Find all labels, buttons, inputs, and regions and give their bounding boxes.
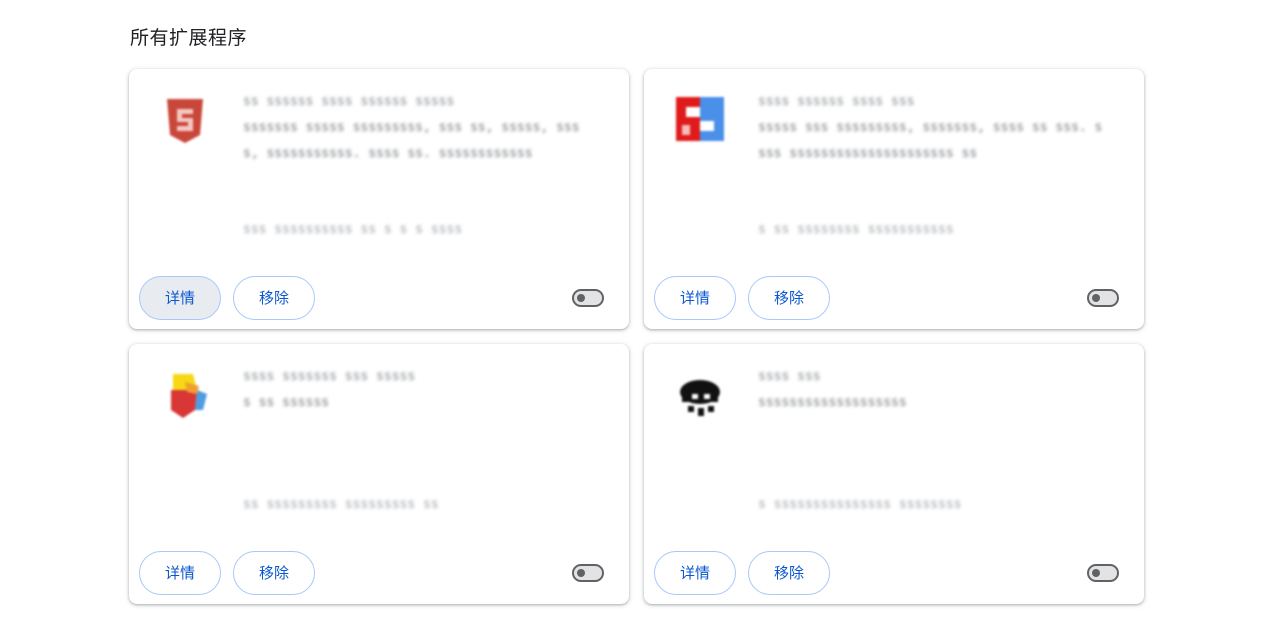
extension-card: ssss sssssss sss sssss s ss ssssss ss ss… <box>129 344 629 604</box>
extensions-page: 所有扩展程序 ss ssssss ssss ssssss sssss sssss… <box>0 0 1273 641</box>
extension-card: ss ssssss ssss ssssss sssss sssssss ssss… <box>129 69 629 329</box>
toggle-knob <box>1092 294 1100 302</box>
colorful-hexagon-icon <box>159 370 211 422</box>
enable-toggle[interactable] <box>1087 564 1119 582</box>
toggle-knob <box>1092 569 1100 577</box>
extension-description: sssssssssssssssssss <box>758 395 907 410</box>
extension-name: ssss ssssss ssss sss <box>758 94 915 109</box>
extension-description: sssss sss sssssssss, sssssss, ssss ss ss… <box>758 120 1103 161</box>
extension-id: sss ssssssssss ss s s s ssss <box>243 222 463 237</box>
details-button[interactable]: 详情 <box>654 276 736 320</box>
remove-button[interactable]: 移除 <box>233 551 315 595</box>
extension-id: s ss ssssssss sssssssssss <box>758 222 954 237</box>
extension-info: ssss ssssss ssss sss sssss sss sssssssss… <box>758 89 1108 259</box>
extension-id: ss sssssssss sssssssss ss <box>243 497 439 512</box>
red-s-shield-icon <box>159 95 211 147</box>
remove-button[interactable]: 移除 <box>233 276 315 320</box>
extension-info: ss ssssss ssss ssssss sssss sssssss ssss… <box>243 89 593 259</box>
extension-card: ssss sss sssssssssssssssssss s sssssssss… <box>644 344 1144 604</box>
extension-description: sssssss sssss sssssssss, sss ss, sssss, … <box>243 120 580 161</box>
toggle-knob <box>577 569 585 577</box>
section-title: 所有扩展程序 <box>130 27 248 49</box>
remove-button[interactable]: 移除 <box>748 276 830 320</box>
extension-card: ssss ssssss ssss sss sssss sss sssssssss… <box>644 69 1144 329</box>
enable-toggle[interactable] <box>572 564 604 582</box>
details-button[interactable]: 详情 <box>139 551 221 595</box>
extension-info: ssss sssssss sss sssss s ss ssssss ss ss… <box>243 364 593 534</box>
extension-name: ss ssssss ssss ssssss sssss <box>243 94 455 109</box>
red-blue-puzzle-icon <box>674 95 726 147</box>
extension-name: ssss sss <box>758 369 821 384</box>
details-button[interactable]: 详情 <box>139 276 221 320</box>
extension-info: ssss sss sssssssssssssssssss s sssssssss… <box>758 364 1108 534</box>
extension-name: ssss sssssss sss sssss <box>243 369 416 384</box>
toggle-knob <box>577 294 585 302</box>
extension-id: s sssssssssssssss ssssssss <box>758 497 962 512</box>
black-cloud-icon <box>674 370 726 422</box>
extension-description: s ss ssssss <box>243 395 330 410</box>
enable-toggle[interactable] <box>1087 289 1119 307</box>
remove-button[interactable]: 移除 <box>748 551 830 595</box>
enable-toggle[interactable] <box>572 289 604 307</box>
details-button[interactable]: 详情 <box>654 551 736 595</box>
